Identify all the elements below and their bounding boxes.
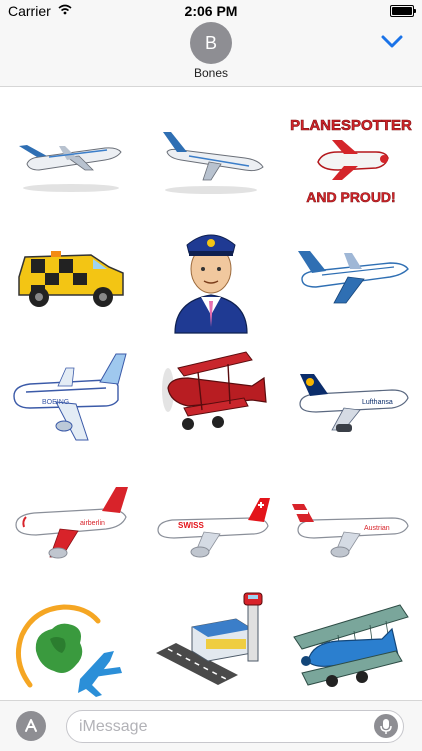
- microphone-icon[interactable]: [374, 714, 398, 738]
- lufthansa-livery-text: Lufthansa: [362, 399, 393, 406]
- sticker-airbus-jet[interactable]: [286, 217, 416, 337]
- sticker-world-travel-logo[interactable]: [4, 581, 134, 701]
- app-store-icon[interactable]: [16, 711, 46, 741]
- swiss-livery-text: SWISS: [178, 521, 204, 530]
- sticker-blue-biplane[interactable]: [286, 581, 416, 701]
- sticker-airberlin-jet[interactable]: airberlin: [4, 467, 134, 587]
- clock-time: 2:06 PM: [184, 3, 238, 19]
- sticker-follow-me-car[interactable]: [6, 217, 136, 337]
- contact-name[interactable]: Bones: [0, 66, 422, 80]
- sticker-airport-terminal[interactable]: [146, 581, 276, 701]
- planespotter-subtitle: AND PROUD!: [306, 189, 395, 205]
- sticker-red-biplane[interactable]: [146, 337, 276, 457]
- chevron-down-icon[interactable]: [381, 35, 403, 49]
- sticker-pilot[interactable]: [146, 215, 276, 335]
- sticker-jet-blue-1[interactable]: [6, 97, 136, 217]
- airberlin-livery-text: airberlin: [80, 520, 105, 527]
- imessage-input[interactable]: iMessage: [66, 710, 404, 743]
- compose-bar: iMessage: [0, 700, 422, 751]
- sticker-grid: PLANESPOTTER AND PROUD! BOEING Lufthansa…: [0, 87, 422, 700]
- sticker-swiss-jet[interactable]: SWISS: [146, 471, 276, 591]
- sticker-austrian-jet[interactable]: Austrian: [286, 471, 416, 591]
- sticker-boeing-jet[interactable]: BOEING: [4, 337, 134, 457]
- battery-icon: [390, 5, 416, 17]
- sticker-lufthansa-jet[interactable]: Lufthansa: [286, 345, 416, 465]
- contact-avatar[interactable]: B: [190, 22, 232, 64]
- sticker-planespotter[interactable]: PLANESPOTTER AND PROUD!: [286, 97, 416, 217]
- planespotter-title: PLANESPOTTER: [290, 117, 412, 134]
- austrian-livery-text: Austrian: [364, 525, 390, 532]
- status-bar: Carrier 2:06 PM: [0, 0, 422, 22]
- boeing-livery-text: BOEING: [42, 399, 69, 406]
- sticker-jet-blue-2[interactable]: [146, 97, 276, 217]
